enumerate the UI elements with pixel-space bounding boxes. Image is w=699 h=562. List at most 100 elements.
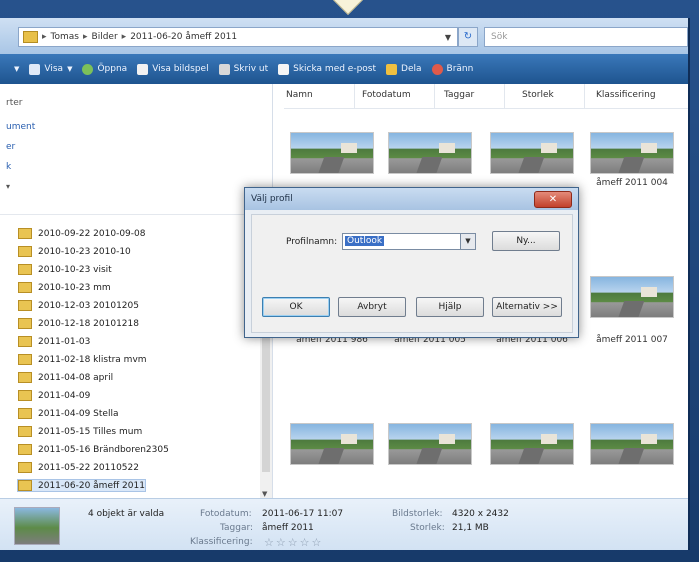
folder-tree-item[interactable]: 2011-04-09 Stella [18,408,118,419]
help-button[interactable]: Hjälp [416,297,484,317]
folder-tree-item[interactable]: 2011-04-09 [18,390,90,401]
chevron-down-icon[interactable]: ▼ [460,234,475,249]
print-button[interactable]: Skriv ut [218,63,269,75]
scroll-down-arrow-icon[interactable]: ▼ [262,490,267,498]
favorites-link[interactable]: er [6,142,15,152]
profile-name-select[interactable]: Outlook ▼ [342,233,476,250]
folder-tree-item[interactable]: 2010-10-23 mm [18,282,111,293]
ok-button[interactable]: OK [262,297,330,317]
folder-tree-item[interactable]: 2010-09-22 2010-09-08 [18,228,145,239]
folder-tree-item[interactable]: 2011-05-15 Tilles mum [18,426,142,437]
address-bar[interactable]: ▸ Tomas ▸ Bilder ▸ 2011-06-20 åmeff 2011… [18,27,458,47]
photo-image [290,423,374,465]
breadcrumb-bilder[interactable]: Bilder [92,32,118,42]
image-size-label: Bildstorlek: [392,509,443,519]
options-button[interactable]: Alternativ >> [492,297,562,317]
folder-icon [18,408,32,419]
photo-caption: åmeff 2011 004 [596,178,668,188]
expand-icon[interactable]: ▾ [6,182,10,191]
favorites-link[interactable]: k [6,162,11,172]
photo-image [490,423,574,465]
tags-label: Taggar: [220,523,254,533]
folder-label: 2011-05-15 Tilles mum [38,426,143,437]
date-value[interactable]: 2011-06-17 11:07 [262,509,343,519]
organize-dropdown[interactable]: ▼ [10,65,19,73]
slideshow-button[interactable]: Visa bildspel [137,63,209,75]
close-button[interactable]: ✕ [534,191,572,208]
slideshow-label: Visa bildspel [152,64,209,74]
breadcrumb-current-folder[interactable]: 2011-06-20 åmeff 2011 [130,32,237,42]
refresh-button[interactable]: ↻ [458,27,478,47]
folder-label: 2010-12-03 20101205 [38,300,139,311]
file-size-value: 21,1 MB [452,523,489,533]
disc-icon [431,63,443,75]
tags-value[interactable]: åmeff 2011 [262,523,314,533]
column-divider[interactable] [354,84,355,108]
photo-thumbnail[interactable] [484,423,580,465]
folder-tree-item[interactable]: 2010-12-03 20101205 [18,300,139,311]
folder-icon [18,264,32,275]
folder-label: 2011-04-09 Stella [38,408,119,419]
column-header-name[interactable]: Namn [286,90,313,100]
open-button[interactable]: Öppna [82,63,127,75]
column-divider[interactable] [504,84,505,108]
folder-label: 2011-05-16 Brändboren2305 [38,444,169,455]
photo-thumbnail[interactable] [382,423,478,465]
folder-icon [18,282,32,293]
folder-label: 2010-10-23 visit [38,264,112,275]
folder-tree-item[interactable]: 2011-05-22 20110522 [18,462,139,473]
photo-thumbnail[interactable]: åmeff 2011 007 [584,331,680,345]
favorites-documents-link[interactable]: ument [6,122,35,132]
folder-tree-item[interactable]: 2010-10-23 2010-10 [18,246,131,257]
photo-image [388,132,472,174]
photo-thumbnail[interactable] [584,423,680,465]
folder-icon [18,426,32,437]
print-label: Skriv ut [233,64,269,74]
column-header-date[interactable]: Fotodatum [362,90,411,100]
photo-thumbnail[interactable] [284,132,380,174]
breadcrumb-tomas[interactable]: Tomas [51,32,79,42]
column-header-size[interactable]: Storlek [522,90,554,100]
photo-thumbnail[interactable] [382,132,478,174]
photo-image [590,276,674,318]
folder-label: 2010-10-23 2010-10 [38,246,131,257]
folder-tree-item-selected[interactable]: 2011-06-20 åmeff 2011 [17,479,146,492]
photo-thumbnail[interactable] [584,276,680,318]
folder-tree-item[interactable]: 2011-05-16 Brändboren2305 [18,444,169,455]
photo-caption: åmeff 2011 007 [596,335,668,345]
tooltip-pointer [331,0,365,15]
dialog-titlebar[interactable]: Välj profil ✕ [245,188,578,210]
chevron-down-icon[interactable]: ▼ [445,33,451,42]
column-header-rating[interactable]: Klassificering [596,90,656,100]
view-button[interactable]: Visa ▼ [29,63,72,75]
folder-label: 2011-02-18 klistra mvm [38,354,147,365]
column-divider[interactable] [584,84,585,108]
column-header-tags[interactable]: Taggar [444,90,474,100]
email-button[interactable]: Skicka med e-post [278,63,376,75]
photo-thumbnail[interactable]: åmeff 2011 004 [584,132,680,188]
folder-icon [18,300,32,311]
folder-tree-item[interactable]: 2010-10-23 visit [18,264,112,275]
cancel-button[interactable]: Avbryt [338,297,406,317]
search-input[interactable]: Sök [484,27,688,47]
column-divider[interactable] [434,84,435,108]
favorites-item[interactable]: rter [6,98,22,108]
share-button[interactable]: Dela [386,63,422,75]
divider [0,214,272,215]
photo-thumbnail[interactable] [284,423,380,465]
choose-profile-dialog: Välj profil ✕ Profilnamn: Outlook ▼ Ny..… [244,187,579,338]
folder-tree-item[interactable]: 2010-12-18 20101218 [18,318,139,329]
burn-button[interactable]: Bränn [431,63,473,75]
navigation-pane: rter ument er k ▾ 2010-09-22 2010-09-08 … [0,84,273,498]
desktop-frame: ▸ Tomas ▸ Bilder ▸ 2011-06-20 åmeff 2011… [0,0,699,562]
folder-tree-item[interactable]: 2011-02-18 klistra mvm [18,354,147,365]
chevron-right-icon: ▸ [121,32,127,42]
folder-tree-item[interactable]: 2011-04-08 april [18,372,113,383]
folder-icon [18,444,32,455]
folder-label: 2010-09-22 2010-09-08 [38,228,146,239]
folder-tree-item[interactable]: 2011-01-03 [18,336,90,347]
printer-icon [218,63,230,75]
rating-stars[interactable]: ☆☆☆☆☆ [264,536,323,549]
photo-thumbnail[interactable] [484,132,580,174]
new-profile-button[interactable]: Ny... [492,231,560,251]
